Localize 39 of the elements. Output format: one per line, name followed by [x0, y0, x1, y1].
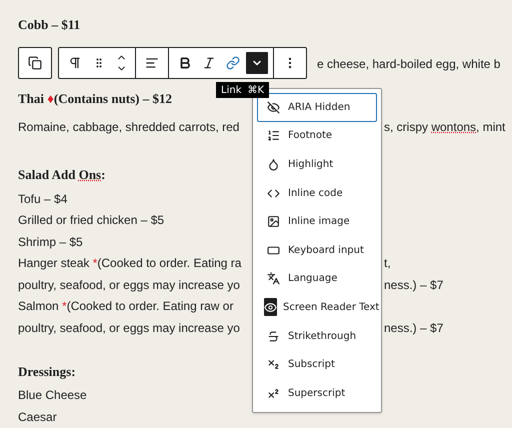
- format-menu-item[interactable]: Screen Reader Text: [257, 293, 377, 322]
- section-heading: Thai ♦(Contains nuts) – $12: [18, 91, 172, 106]
- menu-text-line: e cheese, hard-boiled egg, white b: [317, 57, 500, 71]
- italic-icon: [202, 56, 216, 70]
- menu-text-line: ness.) – $7: [384, 278, 444, 292]
- format-menu-item[interactable]: Superscript: [257, 378, 377, 408]
- menu-text-line: Romaine, cabbage, shredded carrots, red: [18, 120, 240, 134]
- format-menu-item[interactable]: Subscript: [257, 350, 377, 379]
- menu-text-line: t,: [384, 256, 391, 270]
- align-left-icon: [145, 56, 159, 70]
- link-icon: [226, 56, 240, 70]
- section-heading: Cobb – $11: [18, 17, 80, 32]
- pilcrow-icon: [68, 56, 82, 70]
- bold-icon: [178, 56, 192, 70]
- menu-text-line: s, crispy wontons, mint: [384, 120, 506, 134]
- section-heading: Dressings:: [18, 364, 76, 379]
- menu-text-line: poultry, seafood, or eggs may increase yo: [18, 278, 240, 292]
- format-menu-item[interactable]: ARIA Hidden: [257, 93, 377, 122]
- menu-text-line: Blue Cheese: [18, 388, 87, 402]
- menu-text-line: Grilled or fried chicken – $5: [18, 213, 164, 228]
- menu-text-line: ness.) – $7: [384, 320, 444, 335]
- format-menu-item[interactable]: Language: [257, 264, 377, 294]
- format-menu-item[interactable]: Keyboard input: [257, 236, 377, 265]
- format-menu-item[interactable]: Highlight: [257, 150, 377, 179]
- menu-text-line: Shrimp – $5: [18, 234, 83, 249]
- format-menu-item[interactable]: Footnote: [257, 122, 377, 150]
- section-heading: Salad Add Ons:: [18, 167, 106, 182]
- menu-text-line: poultry, seafood, or eggs may increase yo: [18, 320, 240, 335]
- menu-text-line: Tofu – $4: [18, 192, 68, 206]
- more-formats-button[interactable]: [246, 52, 268, 74]
- format-menu-item[interactable]: Inline code: [257, 178, 377, 208]
- menu-text-line: Hanger steak *(Cooked to order. Eating ra: [18, 256, 242, 270]
- copy-icon: [28, 56, 42, 70]
- menu-text-line: Caesar: [18, 410, 57, 424]
- format-menu-item[interactable]: Inline image: [257, 207, 377, 236]
- menu-text-line: Salmon *(Cooked to order. Eating raw or: [18, 299, 234, 314]
- block-switcher-button[interactable]: [18, 47, 52, 79]
- tooltip-label: Link: [221, 84, 242, 98]
- format-menu-item[interactable]: Strikethrough: [257, 322, 377, 350]
